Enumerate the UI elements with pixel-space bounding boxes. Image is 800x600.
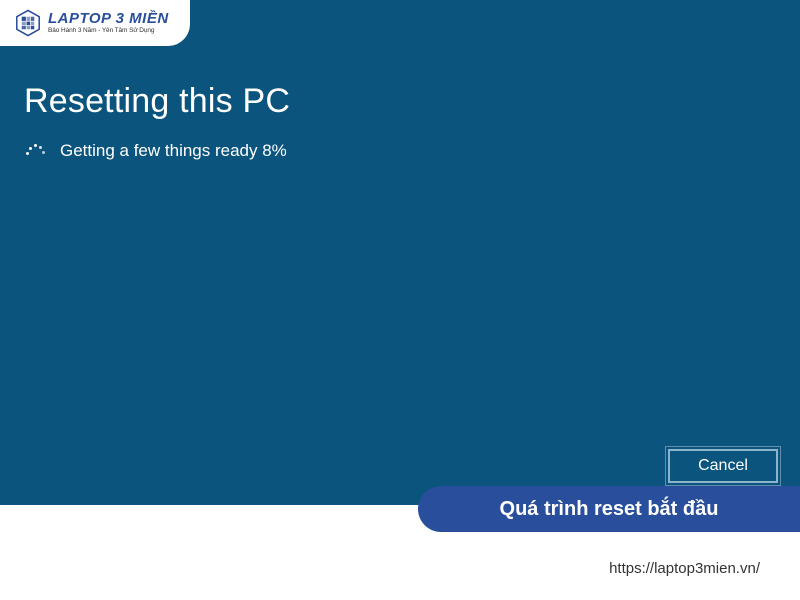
status-row: Getting a few things ready 8% bbox=[24, 140, 287, 162]
brand-logo-badge: LAPTOP 3 MIỀN Bảo Hành 3 Năm - Yên Tâm S… bbox=[0, 0, 190, 46]
page-title: Resetting this PC bbox=[24, 82, 290, 121]
status-text: Getting a few things ready 8% bbox=[60, 141, 287, 161]
caption-text: Quá trình reset bắt đầu bbox=[500, 498, 719, 521]
brand-logo-icon bbox=[14, 9, 42, 37]
caption-pill: Quá trình reset bắt đầu bbox=[418, 486, 800, 532]
footer-url: https://laptop3mien.vn/ bbox=[609, 560, 760, 577]
reset-screen: LAPTOP 3 MIỀN Bảo Hành 3 Năm - Yên Tâm S… bbox=[0, 0, 800, 505]
spinner-icon bbox=[24, 140, 46, 162]
cancel-button[interactable]: Cancel bbox=[668, 449, 778, 483]
brand-tagline: Bảo Hành 3 Năm - Yên Tâm Sử Dụng bbox=[48, 28, 169, 35]
brand-title: LAPTOP 3 MIỀN bbox=[48, 11, 169, 26]
brand-logo-text: LAPTOP 3 MIỀN Bảo Hành 3 Năm - Yên Tâm S… bbox=[48, 11, 169, 35]
